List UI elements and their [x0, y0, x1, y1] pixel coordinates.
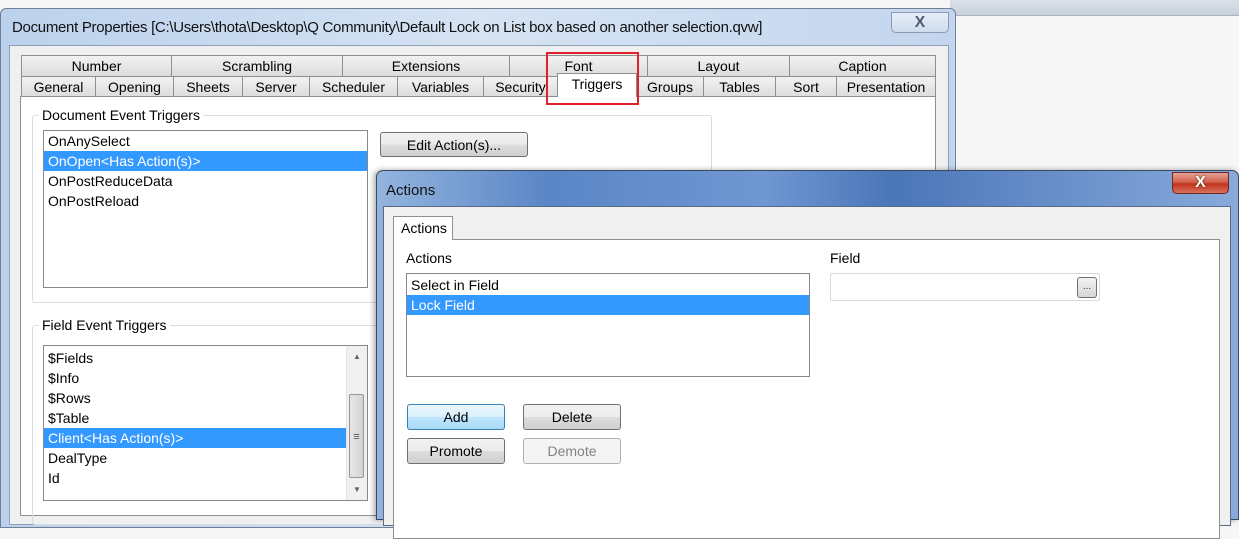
dialog-client-area: Actions Actions Select in Field Lock Fie… [383, 206, 1231, 539]
list-item[interactable]: OnPostReload [44, 191, 367, 211]
tab-scrambling[interactable]: Scrambling [171, 55, 343, 76]
close-button[interactable]: X [1172, 172, 1229, 194]
tab-tables[interactable]: Tables [703, 76, 776, 97]
list-item[interactable]: $Table [44, 408, 346, 428]
list-item[interactable]: OnAnySelect [44, 131, 367, 151]
scrollbar-thumb[interactable]: ≡ [349, 394, 364, 478]
field-event-list[interactable]: $Fields $Info $Rows $Table Client<Has Ac… [43, 345, 368, 501]
tab-extensions[interactable]: Extensions [342, 55, 510, 76]
background-window-strip [950, 0, 1239, 16]
tab-presentation[interactable]: Presentation [836, 76, 936, 97]
tab-variables[interactable]: Variables [397, 76, 484, 97]
tab-server[interactable]: Server [242, 76, 310, 97]
actions-label: Actions [406, 250, 452, 266]
list-item[interactable]: $Info [44, 368, 346, 388]
tab-sort[interactable]: Sort [775, 76, 837, 97]
promote-button[interactable]: Promote [407, 438, 505, 464]
list-item[interactable]: OnOpen<Has Action(s)> [44, 151, 367, 171]
actions-list[interactable]: Select in Field Lock Field [406, 273, 810, 377]
list-item[interactable]: Select in Field [407, 275, 809, 295]
actions-panel: Actions Select in Field Lock Field Field… [393, 239, 1220, 539]
highlight-annotation [546, 52, 639, 105]
list-item[interactable]: Id [44, 468, 346, 488]
vertical-scrollbar[interactable]: ▲ ≡ ▼ [346, 346, 367, 500]
tab-caption[interactable]: Caption [789, 55, 936, 76]
list-item[interactable]: $Rows [44, 388, 346, 408]
tab-number[interactable]: Number [21, 55, 172, 76]
actions-dialog: Actions X Actions Actions Select in Fiel… [376, 170, 1239, 539]
list-item[interactable]: OnPostReduceData [44, 171, 367, 191]
group-label: Document Event Triggers [39, 107, 203, 123]
close-icon: X [914, 14, 926, 31]
document-event-list[interactable]: OnAnySelect OnOpen<Has Action(s)> OnPost… [43, 130, 368, 288]
tab-sheets[interactable]: Sheets [173, 76, 243, 97]
edit-actions-button[interactable]: Edit Action(s)... [380, 132, 528, 157]
tab-opening[interactable]: Opening [95, 76, 174, 97]
scroll-down-arrow-icon[interactable]: ▼ [347, 481, 367, 498]
group-label: Field Event Triggers [39, 317, 170, 333]
tab-groups[interactable]: Groups [636, 76, 704, 97]
tab-scheduler[interactable]: Scheduler [309, 76, 398, 97]
dialog-title: Document Properties [C:\Users\thota\Desk… [12, 19, 763, 36]
list-item[interactable]: Client<Has Action(s)> [44, 428, 346, 448]
delete-button[interactable]: Delete [523, 404, 621, 430]
tab-layout[interactable]: Layout [647, 55, 790, 76]
scroll-up-arrow-icon[interactable]: ▲ [347, 348, 367, 365]
list-item[interactable]: Lock Field [407, 295, 809, 315]
demote-button: Demote [523, 438, 621, 464]
field-input[interactable]: ... [830, 273, 1100, 301]
list-item[interactable]: $Fields [44, 348, 346, 368]
list-item[interactable]: DealType [44, 448, 346, 468]
close-button[interactable]: X [891, 12, 949, 33]
close-icon: X [1195, 174, 1206, 191]
tab-actions[interactable]: Actions [393, 216, 453, 240]
browse-button[interactable]: ... [1077, 277, 1097, 298]
field-label: Field [830, 250, 861, 266]
tab-general[interactable]: General [21, 76, 96, 97]
add-button[interactable]: Add [407, 404, 505, 430]
dialog-title: Actions [386, 182, 436, 199]
